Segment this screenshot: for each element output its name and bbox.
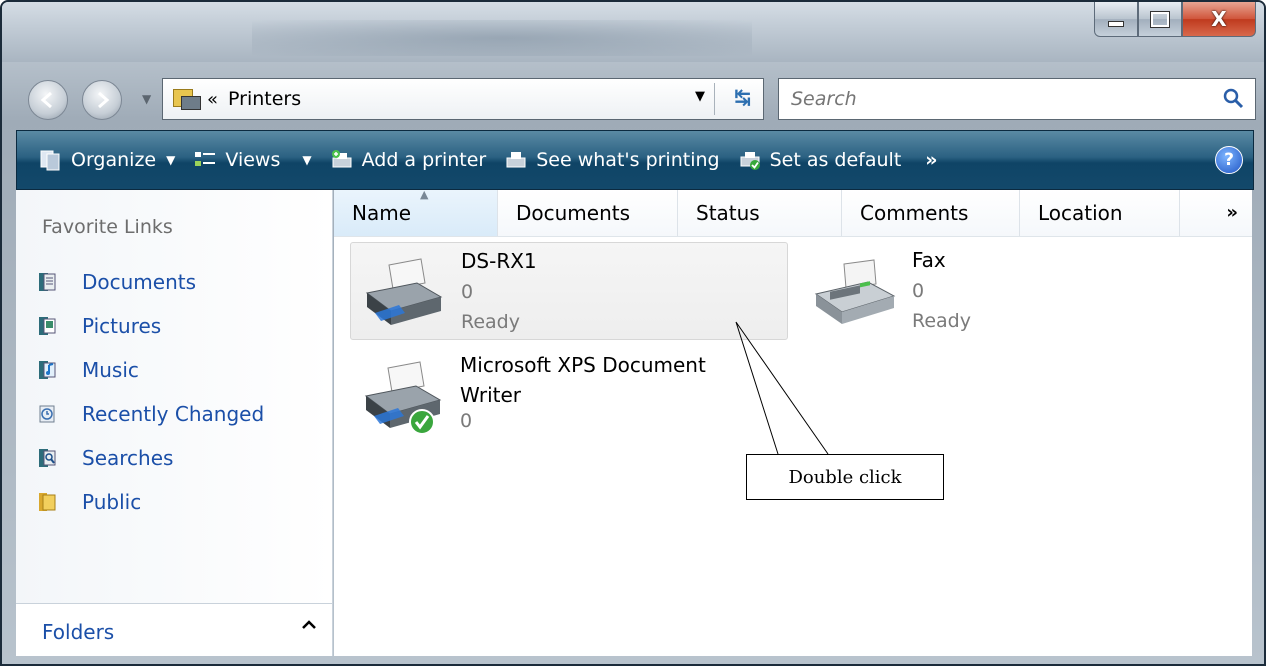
printer-name: DS-RX1 <box>461 249 537 273</box>
search-input[interactable] <box>789 87 1193 111</box>
column-header-documents[interactable]: Documents <box>498 190 678 236</box>
favorite-link-recently-changed[interactable]: Recently Changed <box>36 392 264 436</box>
favorite-link-label: Public <box>82 490 142 514</box>
column-label: Status <box>696 201 760 225</box>
views-label: Views <box>225 149 281 171</box>
views-icon <box>195 152 216 166</box>
address-divider <box>714 83 715 115</box>
column-label: Location <box>1038 201 1123 225</box>
organize-button[interactable]: Organize ▼ <box>39 149 175 171</box>
column-label: Comments <box>860 201 969 225</box>
column-header-location[interactable]: Location <box>1020 190 1180 236</box>
title-bar[interactable] <box>2 2 1264 62</box>
command-toolbar: Organize ▼ Views ▼ Add a printer See wha… <box>16 130 1254 190</box>
chevron-up-icon <box>302 620 316 629</box>
recent-pages-dropdown[interactable]: ▼ <box>142 92 151 106</box>
favorite-link-searches[interactable]: Searches <box>36 436 264 480</box>
refresh-icon[interactable]: ↹ <box>734 85 751 109</box>
column-label: Name <box>352 201 412 225</box>
documents-icon <box>39 273 56 291</box>
navigation-pane: Favorite Links Documents Pictures Music … <box>16 190 333 656</box>
favorite-link-label: Documents <box>82 270 197 294</box>
toolbar-overflow-button[interactable]: » <box>925 149 937 171</box>
maximize-icon <box>1150 10 1170 28</box>
add-printer-button[interactable]: Add a printer <box>330 149 487 171</box>
forward-button[interactable] <box>82 80 122 120</box>
print-queue-icon <box>506 152 526 168</box>
forward-arrow-icon <box>98 91 110 109</box>
column-header-name[interactable]: Name ▲ <box>334 188 498 236</box>
printer-status: Ready <box>461 311 520 333</box>
printer-document-count: 0 <box>461 281 474 303</box>
sort-ascending-icon: ▲ <box>420 188 429 201</box>
back-button[interactable] <box>28 80 68 120</box>
views-button[interactable]: Views ▼ <box>193 149 312 171</box>
printer-name-line1: Microsoft XPS Document <box>460 353 706 377</box>
search-box[interactable] <box>778 78 1256 120</box>
printer-name-line2: Writer <box>460 383 522 407</box>
set-as-default-button[interactable]: Set as default <box>738 149 902 171</box>
favorite-link-music[interactable]: Music <box>36 348 264 392</box>
see-whats-printing-button[interactable]: See what's printing <box>504 149 720 171</box>
favorite-links-heading: Favorite Links <box>42 216 173 238</box>
set-default-icon <box>740 152 760 170</box>
folders-toggle[interactable]: Folders <box>16 603 332 656</box>
organize-label: Organize <box>71 149 157 171</box>
double-click-callout: Double click <box>746 454 944 500</box>
printer-item-fax[interactable]: Fax 0 Ready <box>802 242 1102 338</box>
address-dropdown-icon[interactable]: ▼ <box>695 89 705 104</box>
favorite-link-label: Music <box>82 358 139 382</box>
music-icon <box>39 361 56 379</box>
recent-icon <box>39 405 55 423</box>
folders-label: Folders <box>42 620 115 644</box>
breadcrumb-overflow[interactable]: « <box>207 89 218 110</box>
caption-buttons: X <box>1094 2 1256 40</box>
search-icon[interactable] <box>1221 86 1245 110</box>
favorite-links-list: Documents Pictures Music Recently Change… <box>36 260 264 524</box>
minimize-icon <box>1108 21 1124 27</box>
printer-status: Ready <box>912 310 971 332</box>
address-bar[interactable]: « Printers ▼ ↹ <box>162 78 764 120</box>
add-printer-label: Add a printer <box>361 149 487 171</box>
maximize-button[interactable] <box>1138 2 1182 37</box>
views-dropdown-icon: ▼ <box>302 153 312 167</box>
printer-item-ds-rx1[interactable]: DS-RX1 0 Ready <box>350 242 788 340</box>
column-label: Documents <box>516 201 631 225</box>
close-icon: X <box>1211 7 1227 31</box>
breadcrumb-printers[interactable]: Printers <box>228 88 301 110</box>
column-header-comments[interactable]: Comments <box>842 190 1020 236</box>
favorite-link-documents[interactable]: Documents <box>36 260 264 304</box>
fax-icon <box>814 259 896 324</box>
column-header-row: Name ▲ Documents Status Comments Locatio… <box>334 188 1252 237</box>
organize-dropdown-icon: ▼ <box>166 153 176 167</box>
favorite-link-public[interactable]: Public <box>36 480 264 524</box>
printers-content-pane: Name ▲ Documents Status Comments Locatio… <box>334 188 1252 656</box>
favorite-link-label: Pictures <box>82 314 162 338</box>
more-columns-button[interactable]: » <box>1226 202 1238 223</box>
favorite-link-label: Searches <box>82 446 174 470</box>
see-whats-printing-label: See what's printing <box>536 149 720 171</box>
add-printer-icon <box>331 150 352 168</box>
back-arrow-icon <box>40 91 52 109</box>
printer-icon <box>365 258 443 325</box>
set-as-default-label: Set as default <box>769 149 902 171</box>
help-button[interactable]: ? <box>1215 146 1243 174</box>
favorite-link-label: Recently Changed <box>82 402 265 426</box>
searches-icon <box>39 449 56 467</box>
public-folder-icon <box>39 493 56 511</box>
printer-document-count: 0 <box>460 410 473 432</box>
column-header-status[interactable]: Status <box>678 190 842 236</box>
printer-name: Microsoft XPS Document Writer <box>460 350 706 410</box>
printers-folder-icon <box>171 87 201 111</box>
minimize-button[interactable] <box>1094 2 1138 37</box>
pictures-icon <box>39 317 56 335</box>
organize-icon <box>40 150 60 171</box>
explorer-window: X ▼ « Printers ▼ ↹ Organize ▼ Views ▼ <box>0 0 1266 666</box>
close-button[interactable]: X <box>1182 2 1256 37</box>
favorite-link-pictures[interactable]: Pictures <box>36 304 264 348</box>
printer-name: Fax <box>912 248 946 272</box>
printer-document-count: 0 <box>912 280 925 302</box>
default-printer-icon <box>364 361 442 435</box>
printer-item-xps-writer[interactable]: Microsoft XPS Document Writer 0 <box>350 346 786 442</box>
